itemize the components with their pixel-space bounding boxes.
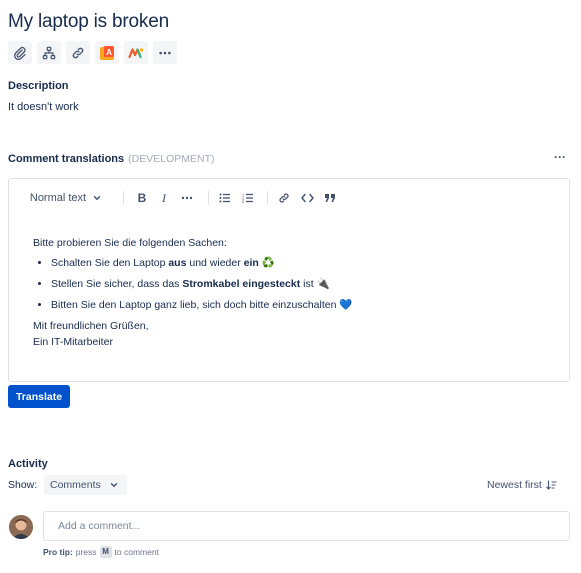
description-text[interactable]: It doesn't work [8, 101, 79, 113]
development-tag: (DEVELOPMENT) [128, 153, 215, 165]
svg-text:3: 3 [242, 200, 244, 203]
activity-heading: Activity [8, 458, 48, 470]
italic-icon[interactable]: I [153, 187, 175, 209]
editor-closing: Mit freundlichen Grüßen, [33, 320, 149, 332]
description-heading: Description [8, 80, 69, 92]
comment-editor[interactable]: Normal text B I 123 Bitte probieren Sie … [8, 178, 570, 382]
plug-emoji: 🔌 [316, 278, 330, 290]
activity-filter-dropdown[interactable]: Comments [44, 475, 127, 495]
quote-icon[interactable] [319, 187, 341, 209]
issue-view: My laptop is broken A Description It doe… [0, 0, 581, 573]
toolbar-divider [267, 191, 268, 205]
list-item: Stellen Sie sicher, dass das Stromkabel … [51, 276, 352, 292]
add-comment-input[interactable] [43, 511, 570, 541]
show-label: Show: [8, 479, 38, 491]
list-item: Schalten Sie den Laptop aus und wieder e… [51, 255, 352, 271]
keyboard-shortcut-key: M [99, 546, 112, 558]
paperclip-icon[interactable] [8, 41, 32, 64]
recycle-emoji: ♻️ [258, 257, 275, 269]
pro-tip-label: Pro tip: [43, 547, 73, 557]
chevron-down-icon [93, 196, 101, 201]
link-icon[interactable] [66, 41, 90, 64]
more-icon[interactable] [153, 41, 177, 64]
numbered-list-icon[interactable]: 123 [237, 187, 259, 209]
blue-heart-emoji: 💙 [339, 299, 353, 311]
comment-translations-label: Comment translations [8, 153, 125, 165]
comment-translations-heading: Comment translations (DEVELOPMENT) [8, 153, 214, 165]
toolbar-divider [208, 191, 209, 205]
more-formatting-icon[interactable] [176, 187, 198, 209]
more-options-icon[interactable]: ··· [552, 150, 568, 166]
sort-order-label: Newest first [487, 479, 542, 491]
pro-tip: Pro tip: press M to comment [43, 546, 159, 558]
list-item: Bitten Sie den Laptop ganz lieb, sich do… [51, 297, 352, 313]
editor-toolbar: Normal text B I 123 [9, 187, 569, 209]
chevron-down-icon [110, 483, 117, 488]
avatar [9, 515, 33, 539]
editor-content[interactable]: Bitte probieren Sie die folgenden Sachen… [33, 235, 352, 350]
toolbar-divider [123, 191, 124, 205]
editor-intro: Bitte probieren Sie die folgenden Sachen… [33, 237, 227, 249]
code-icon[interactable] [296, 187, 318, 209]
app-icon-a[interactable]: A [95, 41, 119, 64]
pro-tip-rest: to comment [114, 547, 159, 557]
svg-text:A: A [106, 48, 112, 57]
app-icon-m[interactable] [124, 41, 148, 64]
text-style-dropdown[interactable]: Normal text [23, 187, 109, 209]
issue-toolbar: A [8, 41, 177, 64]
link-icon[interactable] [273, 187, 295, 209]
issue-title[interactable]: My laptop is broken [8, 11, 169, 33]
sort-icon [546, 480, 557, 490]
editor-bullet-list: Schalten Sie den Laptop aus und wieder e… [51, 255, 352, 313]
activity-filter-label: Comments [50, 479, 101, 491]
bold-icon[interactable]: B [131, 187, 153, 209]
text-style-label: Normal text [29, 192, 87, 204]
pro-tip-press: press [75, 547, 97, 557]
bullet-list-icon[interactable] [214, 187, 236, 209]
child-issues-icon[interactable] [37, 41, 61, 64]
editor-signature: Ein IT-Mitarbeiter [33, 336, 113, 348]
sort-order-toggle[interactable]: Newest first [487, 479, 557, 491]
translate-button[interactable]: Translate [8, 385, 70, 408]
